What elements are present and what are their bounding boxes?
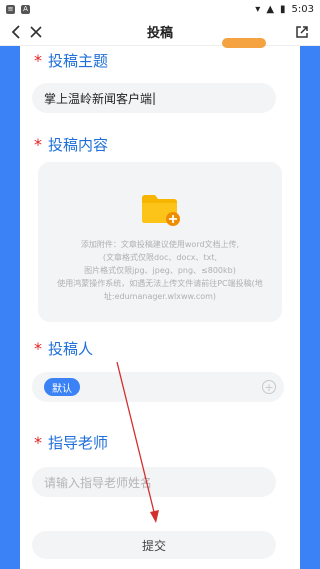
status-left: ≡ A [6, 4, 30, 14]
mentor-label: * 指导老师 [34, 433, 109, 452]
battery-icon: ▮ [280, 3, 286, 15]
attachment-upload-area[interactable]: 添加附件：文章投稿建议使用word文档上传, (文章格式仅限doc、docx、t… [38, 162, 282, 322]
close-icon[interactable] [26, 22, 46, 42]
mentor-input[interactable]: 请输入指导老师姓名 [32, 467, 276, 497]
right-blue-border [300, 46, 320, 569]
required-mark: * [34, 51, 42, 70]
status-right: ▾ ▲ ▮ 5:03 [255, 4, 314, 15]
submit-button[interactable]: 提交 [32, 531, 276, 559]
signal-icon: ▾ [255, 3, 261, 15]
page-title: 投稿 [146, 26, 173, 41]
author-selector: 默认 + [32, 372, 284, 402]
topic-input[interactable]: 掌上温岭新闻客户端 | [32, 83, 276, 113]
status-bar: ≡ A ▾ ▲ ▮ 5:03 [0, 0, 320, 18]
topic-label: * 投稿主题 [34, 51, 109, 70]
required-mark: * [34, 135, 42, 154]
back-icon[interactable] [6, 22, 26, 42]
content-label: * 投稿内容 [34, 135, 109, 154]
default-author-tag[interactable]: 默认 [44, 378, 80, 396]
required-mark: * [34, 339, 42, 358]
share-icon[interactable] [292, 22, 312, 42]
font-notification-icon: A [21, 4, 30, 14]
wifi-icon: ▲ [266, 3, 275, 15]
app-notification-icon: ≡ [6, 4, 15, 14]
author-label: * 投稿人 [34, 339, 94, 358]
navigation-bar: 投稿 [0, 18, 320, 46]
upload-instructions: 添加附件：文章投稿建议使用word文档上传, (文章格式仅限doc、docx、t… [57, 240, 263, 301]
left-blue-border [0, 46, 20, 569]
required-mark: * [34, 433, 42, 452]
submission-form: * 投稿主题 掌上温岭新闻客户端 | * 投稿内容 添加附件：文章投稿建议使用wo… [20, 46, 300, 569]
clock: 5:03 [291, 3, 314, 15]
orange-decoration [222, 38, 266, 48]
folder-add-icon [142, 195, 180, 226]
add-author-icon[interactable]: + [262, 380, 276, 394]
